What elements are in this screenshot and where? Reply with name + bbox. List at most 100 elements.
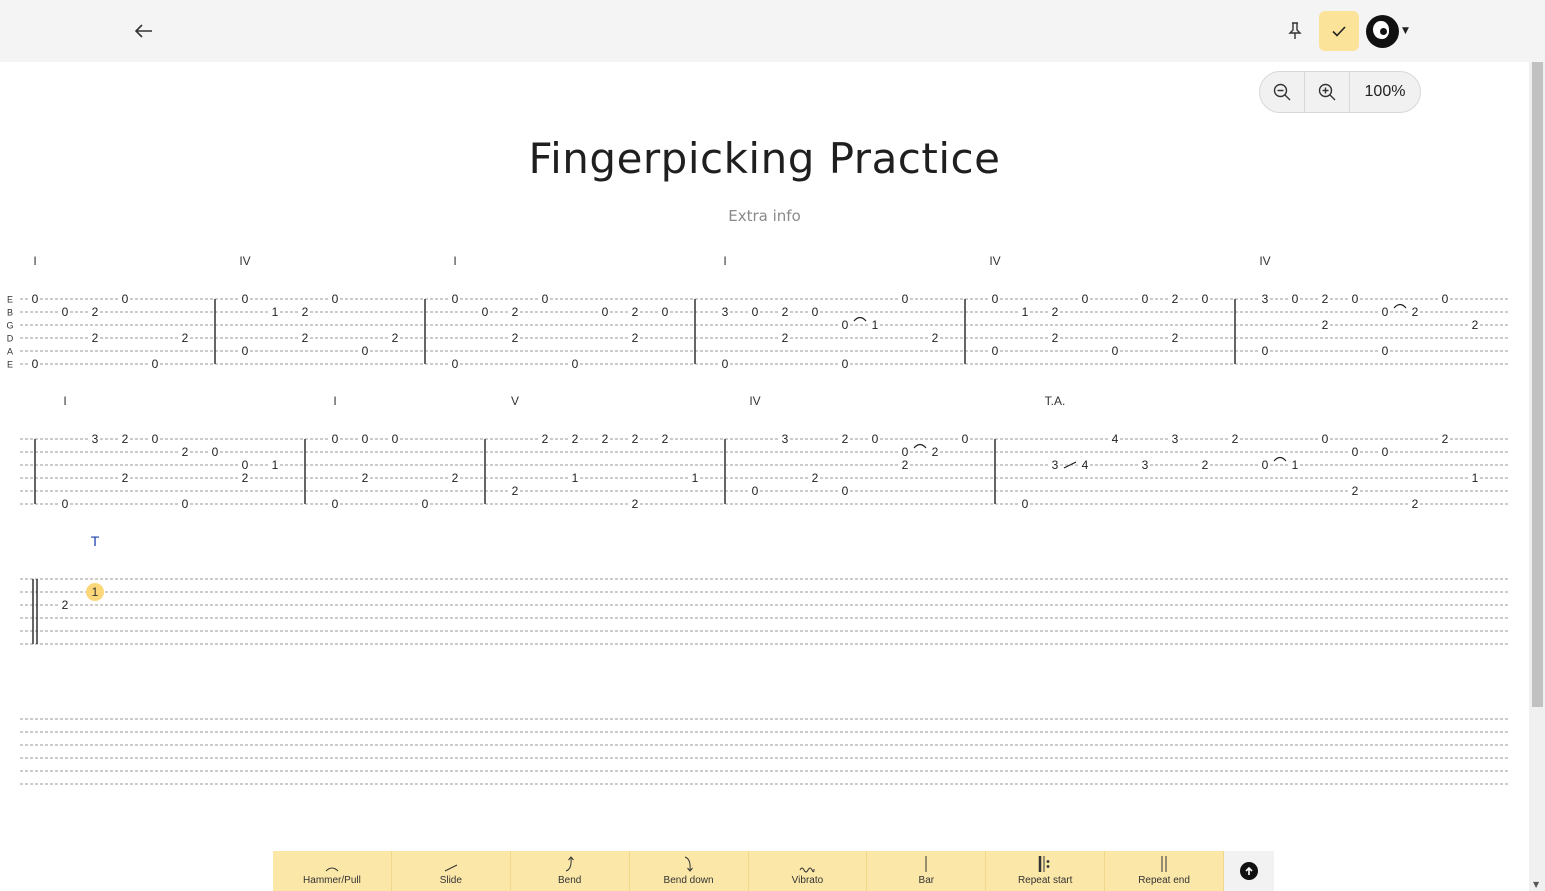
chord-label: IV	[749, 394, 760, 408]
arrow-left-icon	[135, 24, 152, 38]
tab-note: 2	[1472, 318, 1479, 332]
tab-note: 0	[332, 497, 339, 511]
tab-note: 0	[1112, 344, 1119, 358]
slide-label: Slide	[439, 875, 462, 886]
tab-note: 0	[242, 344, 249, 358]
tab-note: 0	[992, 292, 999, 306]
tab-note: 2	[512, 305, 519, 319]
pin-button[interactable]	[1280, 16, 1310, 46]
tab-note: 2	[182, 445, 189, 459]
back-button[interactable]	[128, 16, 160, 46]
tab-note: 0	[1352, 445, 1359, 459]
zoom-out-button[interactable]	[1260, 72, 1305, 112]
tab-note: 0	[842, 484, 849, 498]
string-name: E	[7, 360, 13, 370]
arrow-up-circle-icon	[1239, 862, 1258, 880]
tab-note: 0	[422, 497, 429, 511]
chord-label: I	[63, 394, 66, 408]
tab-note: 2	[1052, 331, 1059, 345]
check-icon	[1332, 25, 1346, 37]
slide-button[interactable]: Slide	[391, 851, 511, 891]
vertical-scrollbar[interactable]: ▼	[1529, 62, 1545, 891]
vibrato-icon	[799, 867, 815, 873]
tab-note: 2	[662, 432, 669, 446]
zoom-out-icon	[1273, 83, 1291, 101]
tab-note: 2	[302, 305, 309, 319]
chord-label: I	[453, 254, 456, 268]
tab-note: 2	[902, 458, 909, 472]
tab-note: 0	[392, 432, 399, 446]
tab-note: 2	[1172, 331, 1179, 345]
done-button[interactable]	[1319, 11, 1359, 51]
tab-note: 1	[272, 305, 279, 319]
tab-note: 2	[122, 471, 129, 485]
tab-note: 0	[1142, 292, 1149, 306]
caret-down-icon: ▼	[1402, 26, 1409, 36]
tab-note: 0	[1022, 497, 1029, 511]
zoom-level[interactable]: 100%	[1350, 72, 1420, 112]
tab-note: 2	[1352, 484, 1359, 498]
song-title[interactable]: Fingerpicking Practice	[0, 134, 1529, 183]
bar-button[interactable]: Bar	[867, 851, 987, 891]
chord-label: IV	[1259, 254, 1270, 268]
tablature[interactable]: EBGDAEI IV I I IV IV0 00 22 20 00 01 22 20 00 00 2 0 2 02 2…	[0, 240, 1529, 800]
tab-note: 0	[332, 292, 339, 306]
tab-note: 2	[812, 471, 819, 485]
tab-note: 3	[1052, 458, 1059, 472]
vibrato-label: Vibrato	[791, 875, 824, 886]
zoom-controls: 100%	[1259, 71, 1421, 113]
tab-note: 2	[932, 445, 939, 459]
hammer-pull-button[interactable]: Hammer/Pull	[273, 851, 392, 891]
vibrato-button[interactable]: Vibrato	[748, 851, 868, 891]
chord-label: IV	[989, 254, 1000, 268]
tab-note: 0	[182, 497, 189, 511]
string-name: G	[6, 321, 13, 331]
bend-label: Bend	[558, 875, 582, 886]
tab-note: 0	[332, 432, 339, 446]
tab-note: 0	[242, 458, 249, 472]
tab-note: 2	[242, 471, 249, 485]
tab-note: 3	[1172, 432, 1179, 446]
scroll-to-top-button[interactable]	[1224, 851, 1274, 891]
bend-button[interactable]: Bend	[510, 851, 630, 891]
tab-note: 2	[1442, 432, 1449, 446]
tab-note: 0	[572, 357, 579, 371]
tab-note: 2	[1202, 458, 1209, 472]
tab-note: 0	[1382, 344, 1389, 358]
tab-note: 0	[752, 305, 759, 319]
zoom-in-button[interactable]	[1305, 72, 1350, 112]
tab-note: 0	[32, 357, 39, 371]
repeat-end-button[interactable]: Repeat end	[1105, 851, 1224, 891]
chord-label: IV	[239, 254, 250, 268]
slide-icon	[444, 864, 458, 872]
tab-note: 0	[1322, 432, 1329, 446]
tab-note: 2	[1412, 305, 1419, 319]
tab-note: 1	[1022, 305, 1029, 319]
chord-label: I	[333, 394, 336, 408]
bend-down-button[interactable]: Bend down	[629, 851, 749, 891]
tab-note: 0	[722, 357, 729, 371]
notation-toolbar: Hammer/Pull Slide Bend Bend down Vibrato…	[273, 851, 1274, 891]
scrollbar-thumb[interactable]	[1532, 62, 1543, 707]
tab-note: 0	[62, 497, 69, 511]
tab-note: 0	[662, 305, 669, 319]
zoom-in-icon	[1318, 83, 1336, 101]
bend-down-icon	[684, 856, 693, 872]
hammer-pull-label: Hammer/Pull	[303, 875, 361, 886]
scroll-down-icon[interactable]: ▼	[1533, 880, 1539, 889]
hammer-pull-arc	[913, 443, 927, 449]
tab-note: 4	[1082, 458, 1089, 472]
user-menu-button[interactable]: ▼	[1366, 14, 1412, 48]
tab-note: 2	[632, 497, 639, 511]
tab-note: 0	[1382, 445, 1389, 459]
tab-note: 0	[1292, 292, 1299, 306]
repeat-end-icon	[1161, 856, 1167, 872]
tab-note: 2	[782, 305, 789, 319]
tab-note: 2	[1052, 305, 1059, 319]
tab-note: 0	[62, 305, 69, 319]
bar-label: Bar	[918, 875, 935, 886]
repeat-start-button[interactable]: Repeat start	[986, 851, 1106, 891]
tab-note: 0	[962, 432, 969, 446]
song-subtitle[interactable]: Extra info	[0, 207, 1529, 225]
tab-note: 2	[1412, 497, 1419, 511]
